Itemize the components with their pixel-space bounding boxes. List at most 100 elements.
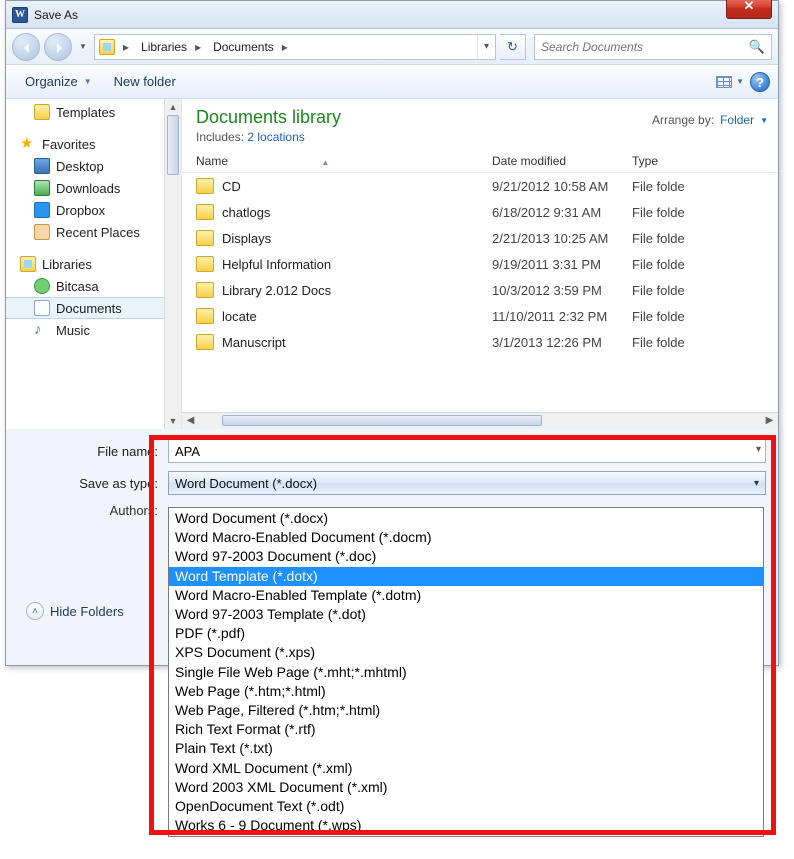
chevron-down-icon[interactable]: ▼ [760,116,768,125]
scroll-left-icon[interactable] [182,413,199,429]
sidebar-item-recent-places[interactable]: Recent Places [6,221,181,243]
sidebar-item-desktop[interactable]: Desktop [6,155,181,177]
scroll-up-icon[interactable] [165,99,181,115]
library-header: Documents library Includes: 2 locations … [182,99,778,150]
organize-label: Organize [25,74,78,89]
file-name: Helpful Information [222,257,492,272]
chevron-down-icon[interactable]: ▾ [754,478,759,489]
search-icon: 🔍 [749,39,765,55]
sidebar-item-label: Favorites [42,137,95,152]
sidebar-item-downloads[interactable]: Downloads [6,177,181,199]
star-icon [20,136,36,152]
sidebar-item-music[interactable]: Music [6,319,181,341]
library-locations-link[interactable]: 2 locations [247,130,304,144]
sidebar-group-favorites[interactable]: Favorites [6,133,181,155]
view-options-button[interactable]: ▼ [716,76,744,88]
help-button[interactable]: ? [750,72,770,92]
arrange-by-value[interactable]: Folder [720,113,754,127]
chevron-up-icon: ˄ [26,602,44,620]
new-folder-label: New folder [114,74,176,89]
file-type-option[interactable]: Word Macro-Enabled Template (*.dotm) [169,586,763,605]
refresh-button[interactable]: ↻ [500,34,526,60]
file-name: Displays [222,231,492,246]
library-title: Documents library [196,107,341,128]
desktop-icon [34,158,50,174]
chevron-right-icon: ▸ [191,35,205,59]
sidebar-item-documents[interactable]: Documents [6,297,181,319]
organize-button[interactable]: Organize ▼ [14,69,103,95]
folder-icon [196,230,214,246]
file-row[interactable]: chatlogs6/18/2012 9:31 AMFile folde [182,199,778,225]
file-row[interactable]: locate11/10/2011 2:32 PMFile folde [182,303,778,329]
scroll-thumb[interactable] [222,415,542,426]
file-type-option[interactable]: Word Document (*.docx) [169,509,763,528]
file-type-option[interactable]: PDF (*.pdf) [169,624,763,643]
breadcrumb-libraries[interactable]: Libraries [133,35,191,59]
nav-row: ▼ ▸ Libraries ▸ Documents ▸ ▾ ↻ 🔍 [6,29,778,65]
save-as-type-dropdown-list[interactable]: Word Document (*.docx)Word Macro-Enabled… [168,507,764,837]
file-type-option[interactable]: Rich Text Format (*.rtf) [169,720,763,739]
horizontal-scrollbar[interactable] [182,412,778,429]
file-type-option[interactable]: Works 6 - 9 Document (*.wps) [169,816,763,835]
file-list-pane: Documents library Includes: 2 locations … [182,99,778,429]
folder-icon [196,308,214,324]
search-box[interactable]: 🔍 [534,34,772,60]
file-name: Library 2.012 Docs [222,283,492,298]
sidebar-scrollbar[interactable] [164,99,181,429]
file-type-option[interactable]: OpenDocument Text (*.odt) [169,797,763,816]
word-app-icon: W [12,7,28,23]
nav-history-dropdown[interactable]: ▼ [76,36,90,58]
breadcrumb-bar[interactable]: ▸ Libraries ▸ Documents ▸ ▾ [94,34,496,60]
chevron-down-icon[interactable]: ▾ [756,444,761,455]
file-date: 6/18/2012 9:31 AM [492,205,632,220]
sort-ascending-icon: ▲ [321,158,329,167]
sidebar-item-dropbox[interactable]: Dropbox [6,199,181,221]
file-name: CD [222,179,492,194]
file-date: 2/21/2013 10:25 AM [492,231,632,246]
file-type-option[interactable]: Single File Web Page (*.mht;*.mhtml) [169,663,763,682]
column-date[interactable]: Date modified [492,154,632,168]
file-type-option[interactable]: Word 97-2003 Document (*.doc) [169,547,763,566]
sidebar-item-bitcasa[interactable]: Bitcasa [6,275,181,297]
column-type[interactable]: Type [632,154,778,168]
save-as-type-combo[interactable]: Word Document (*.docx) ▾ [168,471,766,495]
file-type: File folde [632,309,685,324]
window-title: Save As [34,8,78,22]
file-type-option[interactable]: Word XML Document (*.xml) [169,759,763,778]
nav-back-button[interactable] [12,33,40,61]
search-input[interactable] [541,40,749,54]
file-type-option[interactable]: Word Macro-Enabled Document (*.docm) [169,528,763,547]
sidebar-item-templates[interactable]: Templates [6,101,181,123]
navigation-pane: Templates Favorites Desktop Downloads Dr… [6,99,182,429]
file-row[interactable]: Displays2/21/2013 10:25 AMFile folde [182,225,778,251]
file-type-option[interactable]: Word 97-2003 Template (*.dot) [169,605,763,624]
file-type-option[interactable]: Web Page (*.htm;*.html) [169,682,763,701]
file-row[interactable]: Manuscript3/1/2013 12:26 PMFile folde [182,329,778,355]
scroll-right-icon[interactable] [761,413,778,429]
new-folder-button[interactable]: New folder [103,69,187,95]
arrange-by: Arrange by: Folder ▼ [652,107,768,127]
breadcrumb-dropdown[interactable]: ▾ [477,35,495,59]
sidebar-item-label: Bitcasa [56,279,99,294]
file-type-option[interactable]: Plain Text (*.txt) [169,739,763,758]
file-type-option[interactable]: Web Page, Filtered (*.htm;*.html) [169,701,763,720]
file-row[interactable]: Library 2.012 Docs10/3/2012 3:59 PMFile … [182,277,778,303]
column-name[interactable]: Name ▲ [196,154,492,168]
sidebar-item-label: Downloads [56,181,120,196]
folder-icon [196,204,214,220]
filename-input[interactable]: APA ▾ [168,439,766,463]
file-type-option[interactable]: XPS Document (*.xps) [169,643,763,662]
file-row[interactable]: CD9/21/2012 10:58 AMFile folde [182,173,778,199]
save-as-type-label: Save as type: [18,476,168,491]
breadcrumb-documents[interactable]: Documents [205,35,278,59]
file-row[interactable]: Helpful Information9/19/2011 3:31 PMFile… [182,251,778,277]
file-type: File folde [632,205,685,220]
scroll-thumb[interactable] [167,115,179,175]
file-type-option[interactable]: Word 2003 XML Document (*.xml) [169,778,763,797]
file-type-option[interactable]: Word Template (*.dotx) [169,567,763,586]
sidebar-group-libraries[interactable]: Libraries [6,253,181,275]
file-date: 9/19/2011 3:31 PM [492,257,632,272]
scroll-down-icon[interactable] [165,413,181,429]
close-button[interactable]: ✕ [726,0,772,19]
nav-forward-button[interactable] [44,33,72,61]
